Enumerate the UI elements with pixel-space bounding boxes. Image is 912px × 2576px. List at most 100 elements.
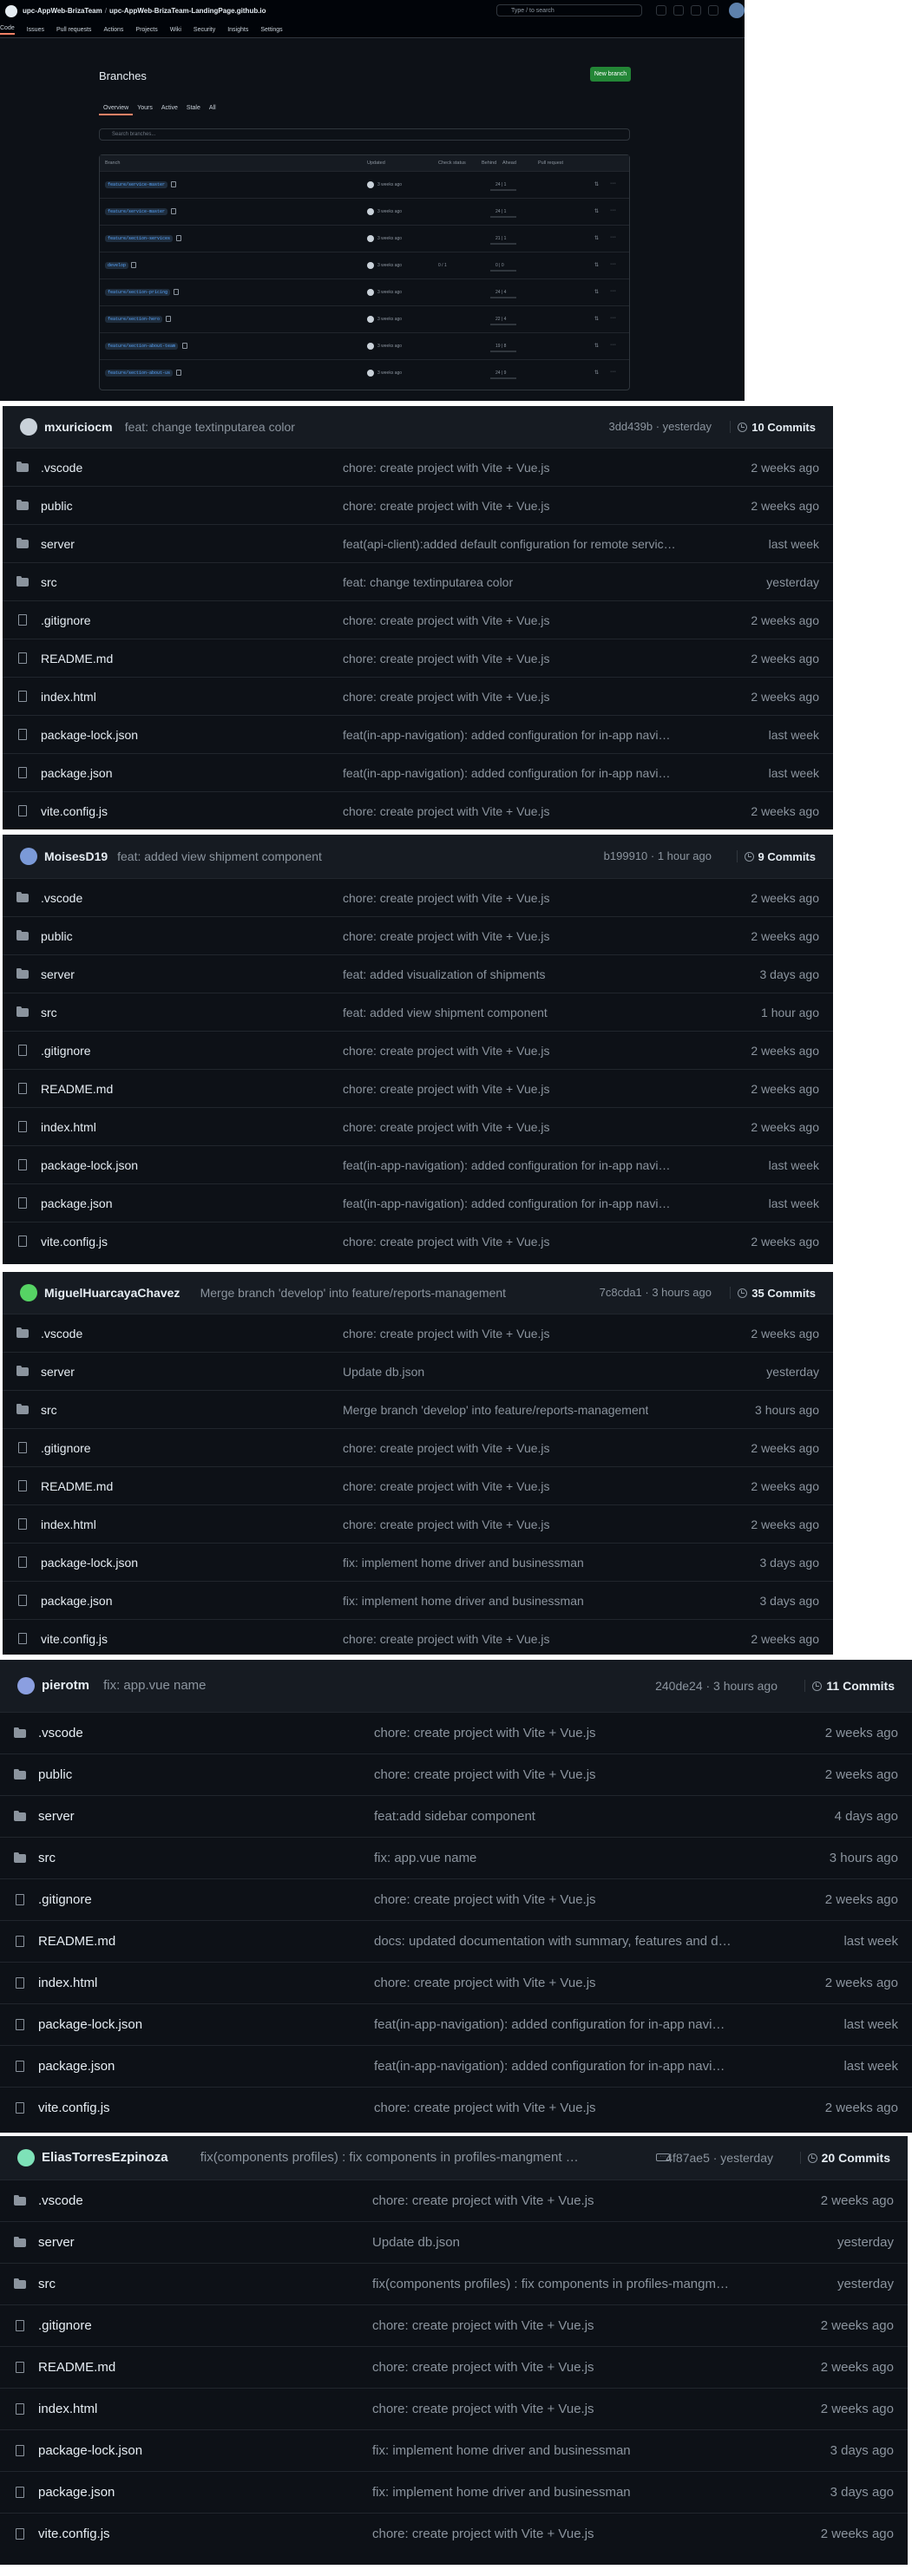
tab-projects[interactable]: Projects <box>135 27 157 33</box>
copy-icon[interactable] <box>176 235 182 241</box>
file-name-link[interactable]: vite.config.js <box>38 2101 110 2115</box>
file-row[interactable]: package-lock.json fix: implement home dri… <box>3 1543 833 1582</box>
commit-author-link[interactable]: MiguelHuarcayaChavez <box>44 1286 180 1300</box>
commit-message-link[interactable]: chore: create project with Vite + Vue.js <box>343 1082 550 1096</box>
copy-icon[interactable] <box>130 262 136 268</box>
commit-message-link[interactable]: chore: create project with Vite + Vue.js <box>374 1892 596 1907</box>
file-name-link[interactable]: package.json <box>41 1594 113 1608</box>
file-name-link[interactable]: public <box>41 499 73 513</box>
commits-count-button[interactable]: 20 Commits <box>799 2150 890 2166</box>
folder-row[interactable]: src Merge branch 'develop' into feature/r… <box>3 1390 833 1429</box>
file-name-link[interactable]: server <box>41 537 75 551</box>
folder-row[interactable]: src fix: app.vue name 3 hours ago <box>0 1837 912 1879</box>
commit-message-link[interactable]: fix(components profiles) : fix component… <box>372 2277 729 2291</box>
file-row[interactable]: README.md docs: updated documentation wit… <box>0 1920 912 1963</box>
file-name-link[interactable]: index.html <box>38 1976 97 1990</box>
pr-icon[interactable]: ⇅ <box>594 235 599 241</box>
file-name-link[interactable]: server <box>41 967 75 981</box>
file-row[interactable]: README.md chore: create project with Vite… <box>0 2346 908 2389</box>
tab-pull-requests[interactable]: Pull requests <box>56 27 91 33</box>
tab-all[interactable]: All <box>205 102 220 115</box>
commit-message-link[interactable]: fix(components profiles) : fix component… <box>200 2150 581 2165</box>
commit-message-link[interactable]: chore: create project with Vite + Vue.js <box>372 2527 594 2541</box>
file-name-link[interactable]: package.json <box>38 2485 115 2500</box>
file-row[interactable]: index.html chore: create project with Vit… <box>0 1962 912 2004</box>
commit-author-link[interactable]: EliasTorresEzpinoza <box>42 2150 168 2165</box>
more-icon[interactable]: ··· <box>610 234 616 240</box>
file-name-link[interactable]: README.md <box>41 1479 113 1493</box>
commit-hash-time[interactable]: 4f87ae5 · yesterday <box>666 2151 773 2165</box>
file-name-link[interactable]: .gitignore <box>41 1044 91 1058</box>
file-row[interactable]: package-lock.json fix: implement home dri… <box>0 2429 908 2472</box>
commit-message-link[interactable]: chore: create project with Vite + Vue.js <box>374 1976 596 1990</box>
file-name-link[interactable]: .gitignore <box>38 1892 92 1907</box>
commits-count-button[interactable]: 9 Commits <box>736 849 816 864</box>
more-icon[interactable]: ··· <box>610 261 616 267</box>
commit-hash-time[interactable]: 240de24 · 3 hours ago <box>655 1679 777 1693</box>
commit-message-link[interactable]: feat(in-app-navigation): added configura… <box>343 1196 670 1210</box>
commit-message-link[interactable]: Update db.json <box>343 1365 424 1379</box>
file-name-link[interactable]: src <box>41 1006 57 1019</box>
commit-hash-time[interactable]: 7c8cda1 · 3 hours ago <box>600 1286 712 1299</box>
file-name-link[interactable]: .vscode <box>38 1726 83 1740</box>
folder-row[interactable]: .vscode chore: create project with Vite +… <box>3 1314 833 1353</box>
commit-message-link[interactable]: Merge branch 'develop' into feature/repo… <box>200 1286 506 1300</box>
commit-message-link[interactable]: feat(in-app-navigation): added configura… <box>343 728 670 742</box>
avatar[interactable] <box>17 1677 35 1694</box>
file-name-link[interactable]: package-lock.json <box>38 2017 142 2032</box>
pr-icon[interactable]: ⇅ <box>594 343 599 349</box>
file-row[interactable]: vite.config.js chore: create project with… <box>3 1619 833 1655</box>
file-name-link[interactable]: package.json <box>41 766 113 780</box>
file-name-link[interactable]: index.html <box>41 1120 96 1134</box>
new-branch-button[interactable]: New branch <box>590 67 631 82</box>
more-icon[interactable]: ··· <box>610 315 616 321</box>
file-name-link[interactable]: vite.config.js <box>38 2527 110 2541</box>
file-name-link[interactable]: index.html <box>41 690 96 704</box>
commits-count-button[interactable]: 10 Commits <box>730 419 816 435</box>
folder-row[interactable]: src feat: change textinputarea color yeste… <box>3 562 833 601</box>
file-row[interactable]: README.md chore: create project with Vite… <box>3 1466 833 1505</box>
file-name-link[interactable]: vite.config.js <box>41 804 108 818</box>
more-icon[interactable]: ··· <box>610 342 616 348</box>
branch-name-link[interactable]: feature/service-master <box>105 208 168 215</box>
file-row[interactable]: index.html chore: create project with Vit… <box>3 1504 833 1544</box>
folder-row[interactable]: .vscode chore: create project with Vite +… <box>3 878 833 917</box>
file-row[interactable]: index.html chore: create project with Vit… <box>0 2388 908 2430</box>
folder-row[interactable]: public chore: create project with Vite + … <box>3 916 833 955</box>
branch-name-link[interactable]: feature/section-about-us <box>105 370 174 377</box>
commit-hash-time[interactable]: b199910 · 1 hour ago <box>604 849 712 862</box>
repo-name-link[interactable]: upc-AppWeb-BrizaTeam-LandingPage.github.… <box>109 7 266 15</box>
file-row[interactable]: .gitignore chore: create project with Vit… <box>3 600 833 639</box>
branch-name-link[interactable]: feature/section-pricing <box>105 289 171 296</box>
file-name-link[interactable]: index.html <box>41 1517 96 1531</box>
commit-message-link[interactable]: chore: create project with Vite + Vue.js <box>343 804 550 818</box>
file-row[interactable]: vite.config.js chore: create project with… <box>0 2087 912 2129</box>
file-name-link[interactable]: public <box>41 929 73 943</box>
command-palette-icon[interactable] <box>656 5 666 16</box>
branch-search-input[interactable]: Search branches... <box>99 128 630 141</box>
file-name-link[interactable]: .vscode <box>41 891 82 905</box>
file-row[interactable]: package-lock.json feat(in-app-navigation)… <box>3 715 833 754</box>
file-name-link[interactable]: src <box>38 2277 56 2291</box>
tab-stale[interactable]: Stale <box>182 102 205 115</box>
commit-message-link[interactable]: chore: create project with Vite + Vue.js <box>343 1120 550 1134</box>
copy-icon[interactable] <box>174 289 180 295</box>
file-row[interactable]: package-lock.json feat(in-app-navigation)… <box>3 1145 833 1184</box>
commit-message-link[interactable]: chore: create project with Vite + Vue.js <box>343 1632 550 1646</box>
tab-security[interactable]: Security <box>194 27 215 33</box>
file-name-link[interactable]: package.json <box>41 1196 113 1210</box>
file-row[interactable]: vite.config.js chore: create project with… <box>3 791 833 829</box>
commit-message-link[interactable]: chore: create project with Vite + Vue.js <box>343 652 550 665</box>
commit-message-link[interactable]: fix: implement home driver and businessm… <box>343 1594 584 1608</box>
file-name-link[interactable]: package-lock.json <box>41 1158 138 1172</box>
folder-row[interactable]: public chore: create project with Vite + … <box>3 486 833 525</box>
branch-name-link[interactable]: feature/section-services <box>105 235 174 242</box>
more-icon[interactable]: ··· <box>610 207 616 213</box>
commit-message-link[interactable]: chore: create project with Vite + Vue.js <box>343 1517 550 1531</box>
file-name-link[interactable]: .gitignore <box>41 1441 91 1455</box>
file-name-link[interactable]: server <box>38 1809 75 1824</box>
commit-message-link[interactable]: chore: create project with Vite + Vue.js <box>374 1767 596 1782</box>
pr-icon[interactable]: ⇅ <box>594 370 599 376</box>
commit-message-link[interactable]: chore: create project with Vite + Vue.js <box>343 1044 550 1058</box>
file-name-link[interactable]: vite.config.js <box>41 1235 108 1249</box>
